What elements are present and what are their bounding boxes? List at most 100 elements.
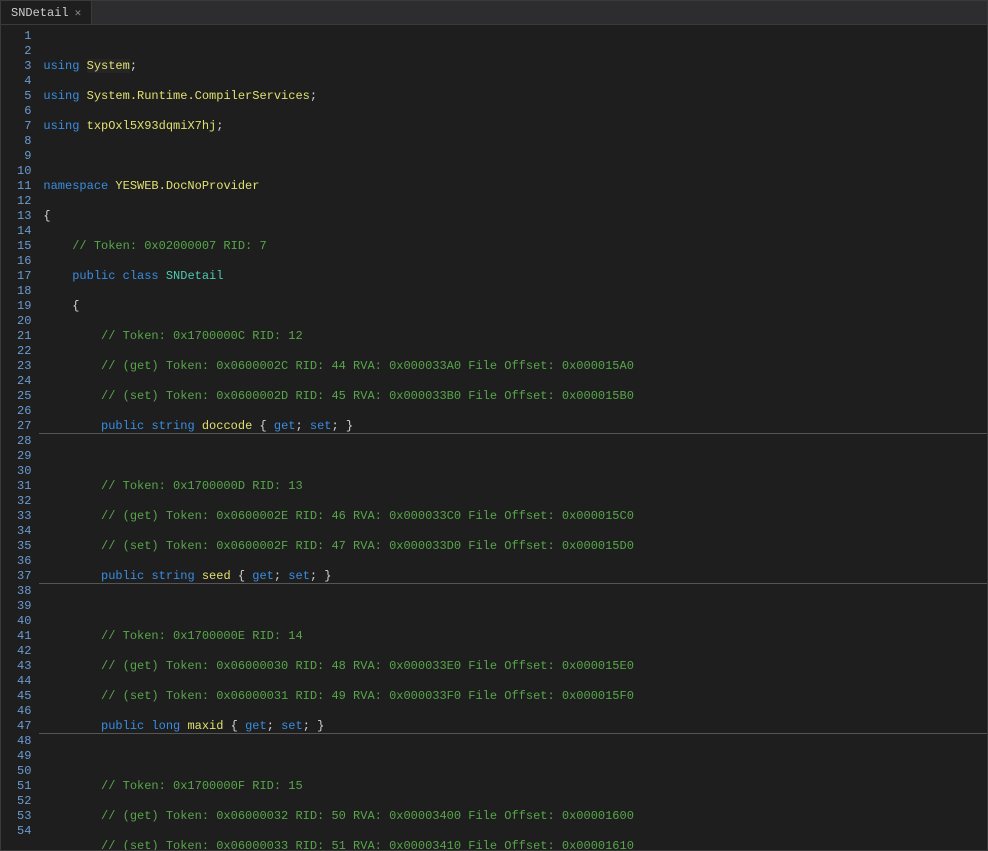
- keyword: namespace: [43, 179, 115, 193]
- member: doccode: [202, 419, 252, 433]
- type-keyword: string: [151, 419, 201, 433]
- blank-line: [39, 599, 987, 614]
- line-number: 34: [17, 524, 31, 539]
- line-number-gutter: 1234567891011121314151617181920212223242…: [1, 25, 39, 850]
- namespace: System.Runtime.CompilerServices: [87, 89, 310, 103]
- namespace: YESWEB.DocNoProvider: [115, 179, 259, 193]
- line-number: 54: [17, 824, 31, 839]
- line-number: 35: [17, 539, 31, 554]
- brace: {: [43, 209, 50, 223]
- comment: // (get) Token: 0x0600002C RID: 44 RVA: …: [43, 359, 634, 373]
- accessor: set: [288, 569, 310, 583]
- brace: {: [43, 299, 79, 313]
- line-number: 47: [17, 719, 31, 734]
- namespace: txpOxl5X93dqmiX7hj: [87, 119, 217, 133]
- member: seed: [202, 569, 231, 583]
- line-number: 45: [17, 689, 31, 704]
- close-icon[interactable]: ✕: [75, 6, 82, 20]
- indent: [43, 419, 101, 433]
- line-number: 13: [17, 209, 31, 224]
- indent: [43, 719, 101, 733]
- line-number: 20: [17, 314, 31, 329]
- line-number: 49: [17, 749, 31, 764]
- keyword: using: [43, 89, 86, 103]
- line-number: 19: [17, 299, 31, 314]
- line-number: 12: [17, 194, 31, 209]
- punct: {: [223, 719, 245, 733]
- line-number: 2: [17, 44, 31, 59]
- line-number: 22: [17, 344, 31, 359]
- line-number: 42: [17, 644, 31, 659]
- line-number: 15: [17, 239, 31, 254]
- line-number: 26: [17, 404, 31, 419]
- line-number: 25: [17, 389, 31, 404]
- accessor: get: [245, 719, 267, 733]
- tab-bar: SNDetail ✕: [1, 1, 987, 25]
- accessor: get: [252, 569, 274, 583]
- line-number: 5: [17, 89, 31, 104]
- line-number: 27: [17, 419, 31, 434]
- tab-sndetail[interactable]: SNDetail ✕: [1, 1, 92, 24]
- comment: // (set) Token: 0x06000031 RID: 49 RVA: …: [43, 689, 634, 703]
- line-number: 16: [17, 254, 31, 269]
- comment: // (set) Token: 0x06000033 RID: 51 RVA: …: [43, 839, 634, 850]
- line-number: 4: [17, 74, 31, 89]
- blank-line: [39, 449, 987, 464]
- line-number: 32: [17, 494, 31, 509]
- line-number: 11: [17, 179, 31, 194]
- blank-line: [39, 149, 987, 164]
- tab-title: SNDetail: [11, 6, 69, 20]
- line-number: 40: [17, 614, 31, 629]
- comment: // Token: 0x1700000D RID: 13: [43, 479, 302, 493]
- line-number: 3: [17, 59, 31, 74]
- keyword: public: [101, 719, 151, 733]
- comment: // Token: 0x02000007 RID: 7: [43, 239, 266, 253]
- code-area[interactable]: using System; using System.Runtime.Compi…: [39, 25, 987, 850]
- indent: [43, 569, 101, 583]
- line-number: 24: [17, 374, 31, 389]
- type: SNDetail: [166, 269, 224, 283]
- punct: ;: [310, 89, 317, 103]
- line-number: 28: [17, 434, 31, 449]
- line-number: 6: [17, 104, 31, 119]
- keyword: using: [43, 59, 86, 73]
- line-number: 46: [17, 704, 31, 719]
- type-keyword: long: [151, 719, 187, 733]
- line-number: 52: [17, 794, 31, 809]
- keyword: public: [101, 569, 151, 583]
- punct: ;: [130, 59, 137, 73]
- punct: ;: [216, 119, 223, 133]
- line-number: 31: [17, 479, 31, 494]
- indent: [43, 269, 72, 283]
- line-number: 1: [17, 29, 31, 44]
- line-number: 9: [17, 149, 31, 164]
- punct: ;: [267, 719, 281, 733]
- punct: ;: [296, 419, 310, 433]
- line-number: 53: [17, 809, 31, 824]
- line-number: 39: [17, 599, 31, 614]
- namespace: System: [87, 59, 130, 73]
- line-number: 44: [17, 674, 31, 689]
- line-number: 48: [17, 734, 31, 749]
- punct: ; }: [332, 419, 354, 433]
- line-number: 14: [17, 224, 31, 239]
- punct: ;: [274, 569, 288, 583]
- comment: // (set) Token: 0x0600002F RID: 47 RVA: …: [43, 539, 634, 553]
- line-number: 7: [17, 119, 31, 134]
- punct: ; }: [303, 719, 325, 733]
- comment: // (get) Token: 0x06000032 RID: 50 RVA: …: [43, 809, 634, 823]
- comment: // (get) Token: 0x06000030 RID: 48 RVA: …: [43, 659, 634, 673]
- line-number: 10: [17, 164, 31, 179]
- line-number: 51: [17, 779, 31, 794]
- line-number: 41: [17, 629, 31, 644]
- blank-line: [39, 749, 987, 764]
- line-number: 17: [17, 269, 31, 284]
- keyword: using: [43, 119, 86, 133]
- line-number: 36: [17, 554, 31, 569]
- member: maxid: [187, 719, 223, 733]
- accessor: set: [310, 419, 332, 433]
- accessor: get: [274, 419, 296, 433]
- code-editor[interactable]: 1234567891011121314151617181920212223242…: [1, 25, 987, 850]
- comment: // (set) Token: 0x0600002D RID: 45 RVA: …: [43, 389, 634, 403]
- keyword: public: [101, 419, 151, 433]
